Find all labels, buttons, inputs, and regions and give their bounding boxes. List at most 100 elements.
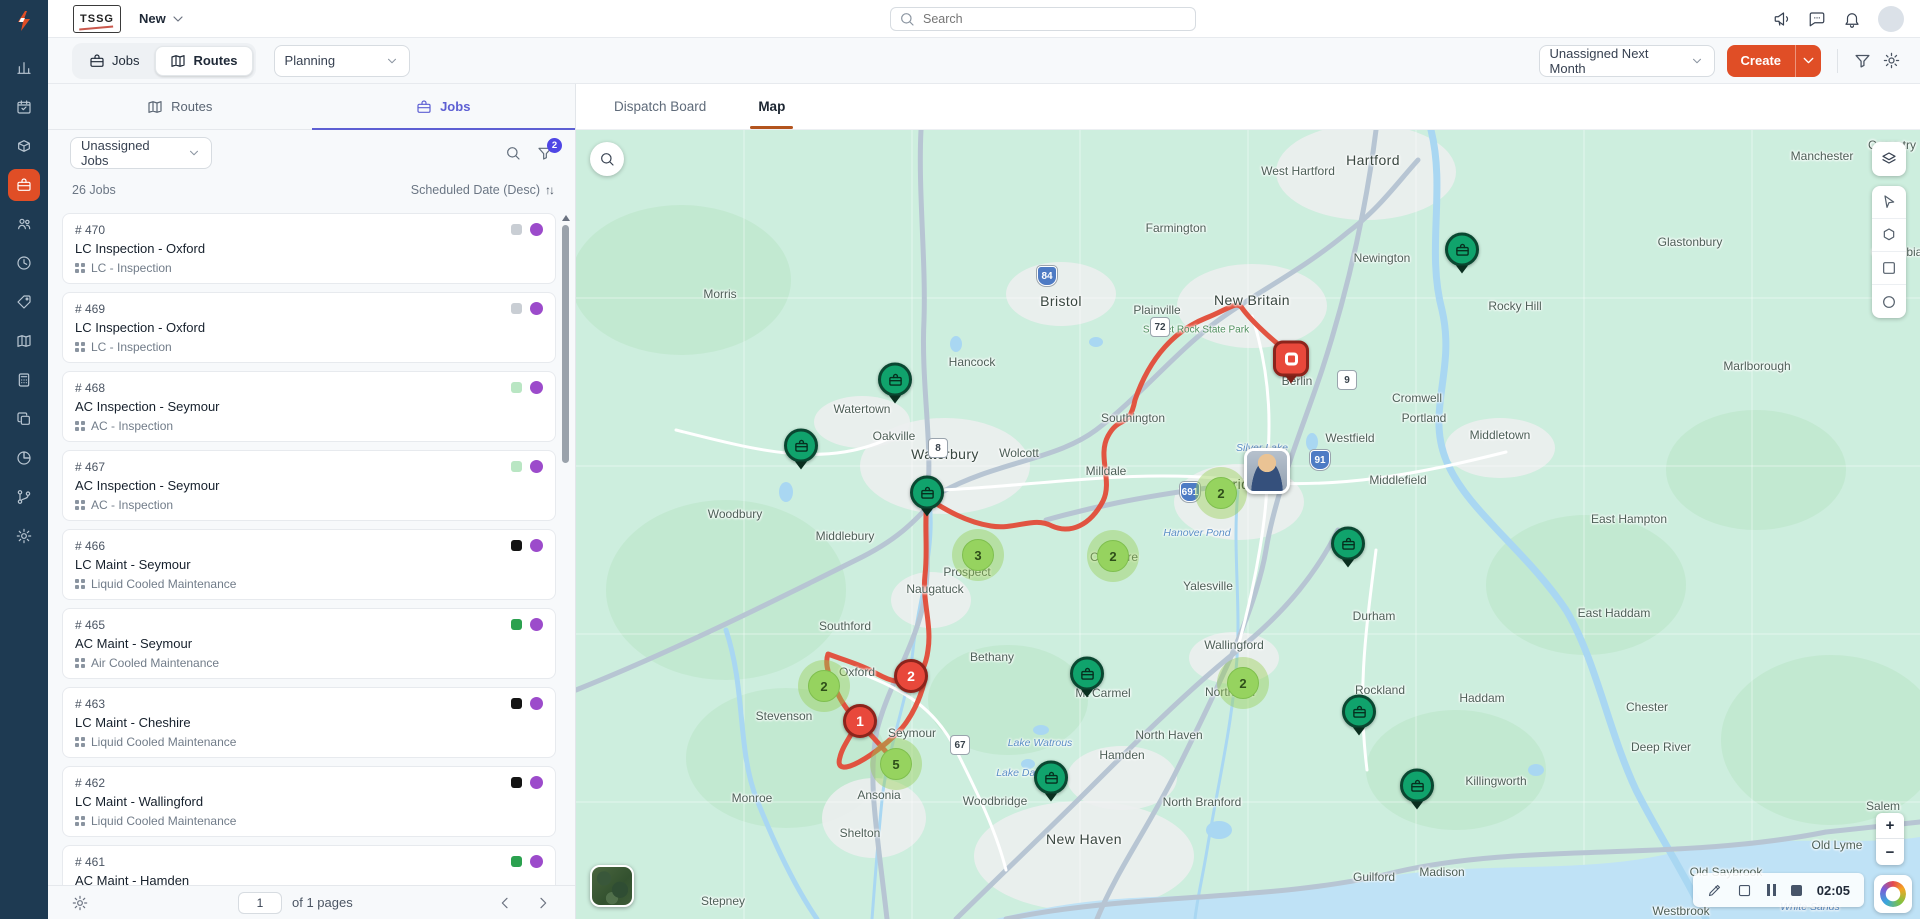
job-cluster-marker[interactable]: 2 [1217,657,1269,709]
chevron-down-icon [385,54,399,68]
view-jobs-label: Jobs [112,53,140,68]
job-card[interactable]: # 463 LC Maint - Cheshire Liquid Cooled Ma… [62,687,556,758]
job-cluster-marker[interactable]: 5 [870,738,922,790]
company-logo-text: TSSG [80,12,114,25]
job-cluster-marker[interactable]: 2 [798,660,850,712]
depot-marker[interactable] [1273,340,1309,384]
sidebar-item-inventory[interactable] [8,130,40,162]
job-card[interactable]: # 465 AC Maint - Seymour Air Cooled Mainte… [62,608,556,679]
sidebar-item-dispatch[interactable] [8,169,40,201]
announcements-icon[interactable] [1773,10,1791,28]
top-bar: TSSG New [48,0,1920,38]
sidebar-item-map[interactable] [8,325,40,357]
job-location-pin[interactable] [1400,768,1434,810]
map-label: Bethany [969,650,1015,664]
create-button[interactable]: Create [1726,44,1795,77]
next-page-icon[interactable] [535,895,551,911]
driver-avatar-marker[interactable] [1244,448,1290,494]
select-cursor-tool[interactable] [1872,186,1906,219]
sidebar-item-billing[interactable] [8,364,40,396]
job-cluster-marker[interactable]: 2 [1195,467,1247,519]
view-routes-button[interactable]: Routes [155,45,253,76]
user-avatar[interactable] [1878,6,1904,32]
global-search[interactable] [890,7,1196,31]
job-card[interactable]: # 467 AC Inspection - Seymour AC - Inspect… [62,450,556,521]
pause-icon[interactable] [1766,884,1776,896]
planning-select[interactable]: Planning [273,44,410,77]
briefcase-icon [920,485,935,500]
notifications-icon[interactable] [1843,10,1861,28]
job-location-pin[interactable] [1070,656,1104,698]
prev-page-icon[interactable] [497,895,513,911]
global-search-input[interactable] [921,11,1187,27]
circle-tool[interactable] [1872,285,1906,318]
sidebar-item-documents[interactable] [8,403,40,435]
draw-icon[interactable] [1707,883,1722,898]
category-grid-icon [75,263,85,273]
sort-control[interactable]: Scheduled Date (Desc) ↑↓ [411,183,555,197]
create-menu-button[interactable] [1795,44,1821,77]
settings-icon[interactable] [1883,52,1900,69]
map-canvas[interactable]: + − 02:05 HartfordWaterburyMeridenNew Ha… [576,130,1920,919]
sidebar-item-analytics[interactable] [8,52,40,84]
zoom-out-button[interactable]: − [1876,839,1904,865]
rectangle-tool[interactable] [1872,252,1906,285]
job-card[interactable]: # 466 LC Maint - Seymour Liquid Cooled Mai… [62,529,556,600]
job-location-pin[interactable] [1445,232,1479,274]
view-jobs-button[interactable]: Jobs [75,46,153,76]
tab-map[interactable]: Map [750,84,794,129]
route-stop-marker[interactable]: 2 [894,659,928,693]
briefcase-icon [416,99,432,115]
job-location-pin[interactable] [1331,526,1365,568]
job-card[interactable]: # 462 LC Maint - Wallingford Liquid Cooled… [62,766,556,837]
job-card[interactable]: # 469 LC Inspection - Oxford LC - Inspecti… [62,292,556,363]
stop-icon[interactable] [1790,884,1802,896]
sidebar-item-workflows[interactable] [8,481,40,513]
job-card[interactable]: # 468 AC Inspection - Seymour AC - Inspect… [62,371,556,442]
tab-jobs[interactable]: Jobs [311,84,576,130]
zoom-in-button[interactable]: + [1876,813,1904,839]
copy-icon [16,411,32,427]
list-search-icon[interactable] [505,145,521,161]
list-filter-button[interactable]: 2 [537,138,562,161]
sidebar-item-settings[interactable] [8,520,40,552]
job-cluster-marker[interactable]: 3 [952,529,1004,581]
page-input[interactable] [238,891,282,914]
tab-dispatch-board[interactable]: Dispatch Board [612,84,708,129]
shape-icon[interactable] [1737,883,1752,898]
scrollbar-thumb[interactable] [562,225,569,463]
messages-icon[interactable] [1808,10,1826,28]
filter-icon[interactable] [1854,52,1871,69]
polygon-tool[interactable] [1872,219,1906,252]
job-card[interactable]: # 470 LC Inspection - Oxford LC - Inspecti… [62,213,556,284]
scroll-up-icon[interactable] [561,215,570,221]
map-layers-button[interactable] [1872,142,1906,176]
sidebar-item-customers[interactable] [8,208,40,240]
job-location-pin[interactable] [1342,694,1376,736]
list-settings-icon[interactable] [72,895,88,911]
job-category: Liquid Cooled Maintenance [91,577,237,591]
jobs-filter-select[interactable]: Unassigned Jobs [70,137,212,169]
job-location-pin[interactable] [1034,760,1068,802]
toolbar-divider [1837,48,1838,73]
job-cluster-marker[interactable]: 2 [1087,530,1139,582]
satellite-layer-toggle[interactable] [590,865,634,907]
sidebar-item-schedule[interactable] [8,91,40,123]
route-stop-marker[interactable]: 1 [843,704,877,738]
map-search-button[interactable] [590,142,624,176]
sidebar-item-time[interactable] [8,247,40,279]
job-category: AC - Inspection [91,419,174,433]
sidebar-item-reports[interactable] [8,442,40,474]
tab-routes[interactable]: Routes [48,84,312,129]
job-location-pin[interactable] [910,475,944,517]
job-status-badge [530,539,543,552]
job-location-pin[interactable] [878,362,912,404]
job-location-pin[interactable] [784,428,818,470]
workspace-switcher[interactable]: New [139,11,186,27]
jobs-scrollbar[interactable] [561,215,570,879]
map-icon [147,99,163,115]
date-range-select[interactable]: Unassigned Next Month [1538,44,1715,77]
job-card[interactable]: # 461AC Maint - HamdenAir Cooled Mainten… [62,845,556,885]
job-category: Air Cooled Maintenance [91,656,220,670]
sidebar-item-tags[interactable] [8,286,40,318]
